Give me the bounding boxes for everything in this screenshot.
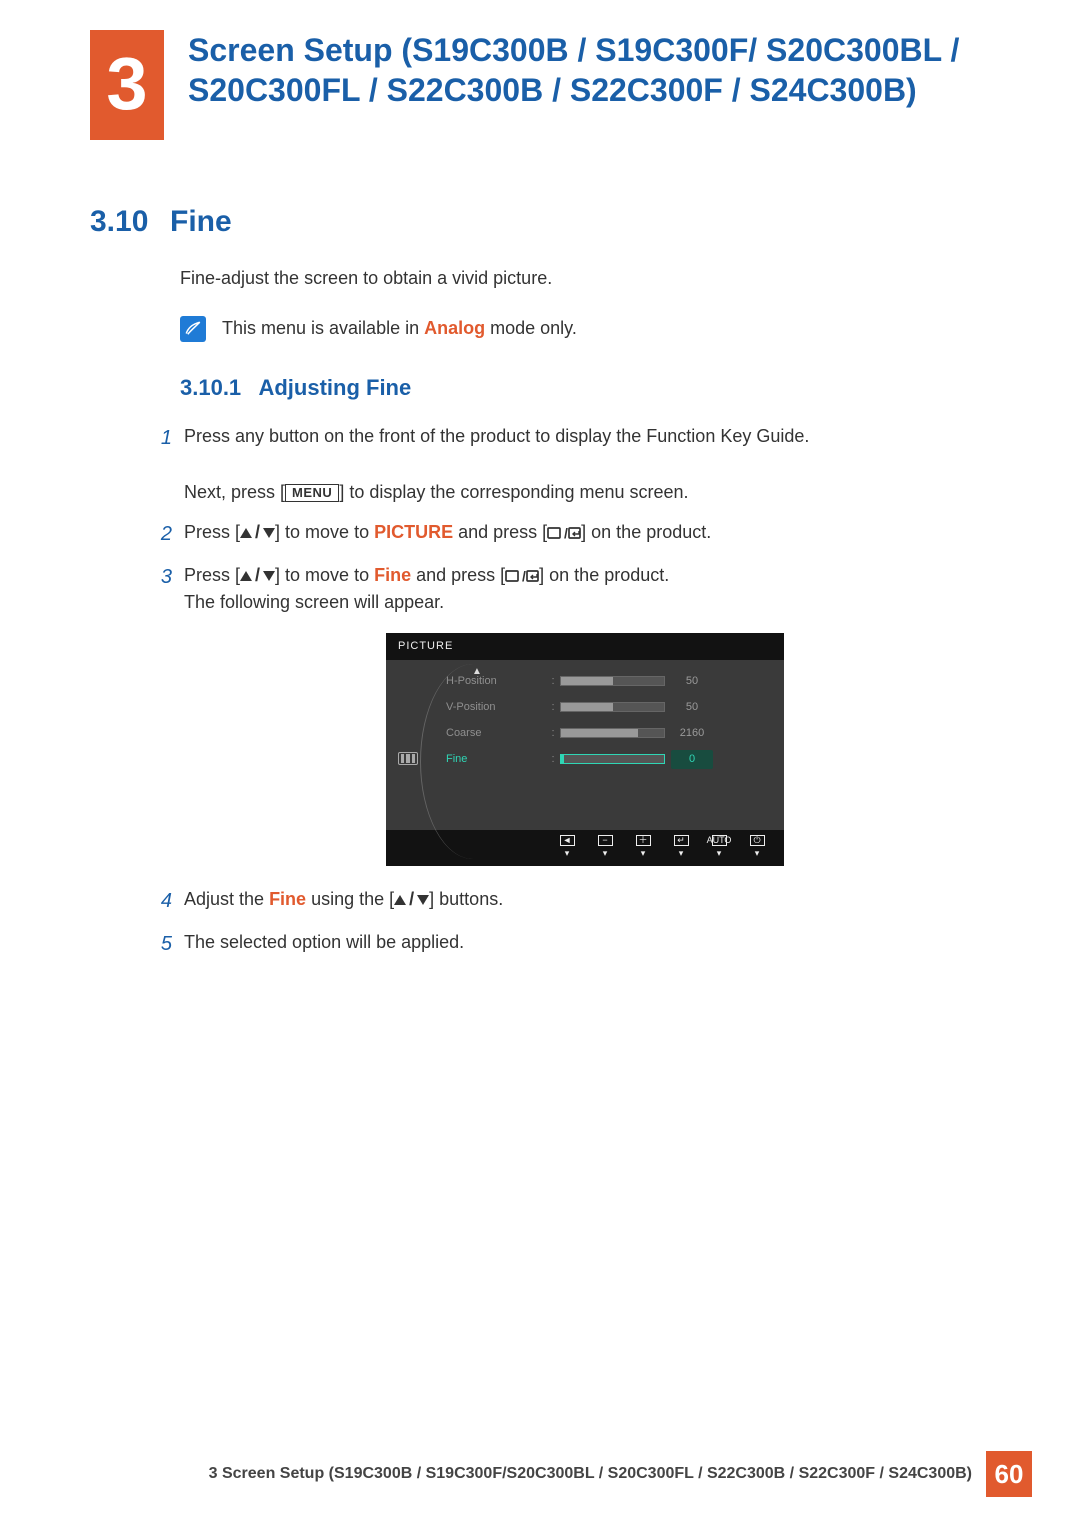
footer-text: 3 Screen Setup (S19C300B / S19C300F/S20C… — [209, 1465, 972, 1483]
step-text: ] buttons. — [429, 889, 503, 909]
osd-value: 50 — [671, 699, 713, 716]
step-4: 4 Adjust the Fine using the [/] buttons. — [154, 886, 990, 917]
step-text: Next, press [ — [184, 482, 285, 502]
chapter-number-box: 3 — [90, 30, 164, 140]
note-prefix: This menu is available in — [222, 318, 424, 338]
down-triangle-icon — [263, 571, 275, 581]
step-1: 1 Press any button on the front of the p… — [154, 423, 990, 507]
step-text: and press [ — [411, 565, 505, 585]
step-number: 2 — [154, 519, 184, 550]
step-text: ] to move to — [275, 565, 374, 585]
highlight-fine: Fine — [374, 565, 411, 585]
step-text: and press [ — [453, 522, 547, 542]
subsection-heading: 3.10.1 Adjusting Fine — [180, 371, 990, 405]
section-number: 3.10 — [90, 205, 170, 239]
osd-footer-button: ＋▾ — [628, 835, 658, 861]
step-text: ] to move to — [275, 522, 374, 542]
osd-value: 0 — [671, 750, 713, 769]
osd-arc-decoration — [420, 664, 500, 859]
step-text: Press [ — [184, 565, 240, 585]
highlight-picture: PICTURE — [374, 522, 453, 542]
step-text: Adjust the — [184, 889, 269, 909]
step-text: ] on the product. — [581, 522, 711, 542]
step-3: 3 Press [/] to move to Fine and press [/… — [154, 562, 990, 618]
step-number: 4 — [154, 886, 184, 917]
step-number: 1 — [154, 423, 184, 507]
menu-label: MENU — [285, 484, 339, 502]
section-title: Fine — [170, 205, 232, 239]
step-text: ] to display the corresponding menu scre… — [339, 482, 688, 502]
step-number: 3 — [154, 562, 184, 618]
osd-bar — [560, 702, 665, 712]
note-icon — [180, 316, 206, 342]
step-5: 5 The selected option will be applied. — [154, 929, 990, 960]
step-text: The selected option will be applied. — [184, 929, 990, 960]
subsection-number: 3.10.1 — [180, 375, 241, 400]
up-triangle-icon — [394, 895, 406, 905]
osd-colon: : — [546, 673, 560, 690]
step-number: 5 — [154, 929, 184, 960]
osd-footer-button: −▾ — [590, 835, 620, 861]
step-text: using the [ — [306, 889, 394, 909]
up-triangle-icon — [240, 528, 252, 538]
osd-footer-button: ⏻▾ — [742, 835, 772, 861]
osd-colon: : — [546, 751, 560, 768]
section-heading: 3.10 Fine — [0, 140, 1080, 239]
osd-value: 50 — [671, 673, 713, 690]
osd-value: 2160 — [671, 725, 713, 742]
osd-panel: PICTURE ▲ H-Position:50V-Position:50Coar… — [386, 633, 784, 866]
step-2: 2 Press [ / ] to move to PICTURE and press… — [154, 519, 990, 550]
step-text: ] on the product. — [539, 565, 669, 585]
svg-text:/: / — [522, 568, 526, 584]
source-enter-icon: / — [547, 522, 581, 542]
note-row: This menu is available in Analog mode on… — [180, 315, 990, 343]
osd-colon: : — [546, 699, 560, 716]
osd-bar — [560, 676, 665, 686]
step-text: Press [ — [184, 522, 240, 542]
osd-colon: : — [546, 725, 560, 742]
intro-text: Fine-adjust the screen to obtain a vivid… — [180, 265, 990, 293]
down-triangle-icon — [417, 895, 429, 905]
page-footer: 3 Screen Setup (S19C300B / S19C300F/S20C… — [209, 1451, 1032, 1497]
note-suffix: mode only. — [485, 318, 577, 338]
subsection-title: Adjusting Fine — [258, 375, 411, 400]
osd-title: PICTURE — [386, 633, 784, 660]
highlight-fine: Fine — [269, 889, 306, 909]
note-highlight: Analog — [424, 318, 485, 338]
osd-category-icon — [398, 752, 418, 765]
chapter-header: 3 Screen Setup (S19C300B / S19C300F/ S20… — [0, 0, 1080, 140]
osd-footer-button: AUTO▾ — [704, 835, 734, 861]
chapter-title: Screen Setup (S19C300B / S19C300F/ S20C3… — [164, 30, 990, 110]
osd-footer-button: ◄▾ — [552, 835, 582, 861]
source-enter-icon: / — [505, 565, 539, 585]
svg-text:/: / — [564, 525, 568, 541]
osd-bar — [560, 754, 665, 764]
step-text: Press any button on the front of the pro… — [184, 426, 809, 446]
osd-bar — [560, 728, 665, 738]
page-number: 60 — [986, 1451, 1032, 1497]
down-triangle-icon — [263, 528, 275, 538]
osd-footer-button: ↵▾ — [666, 835, 696, 861]
note-text: This menu is available in Analog mode on… — [222, 315, 577, 343]
step-text: The following screen will appear. — [184, 592, 444, 612]
up-triangle-icon — [240, 571, 252, 581]
